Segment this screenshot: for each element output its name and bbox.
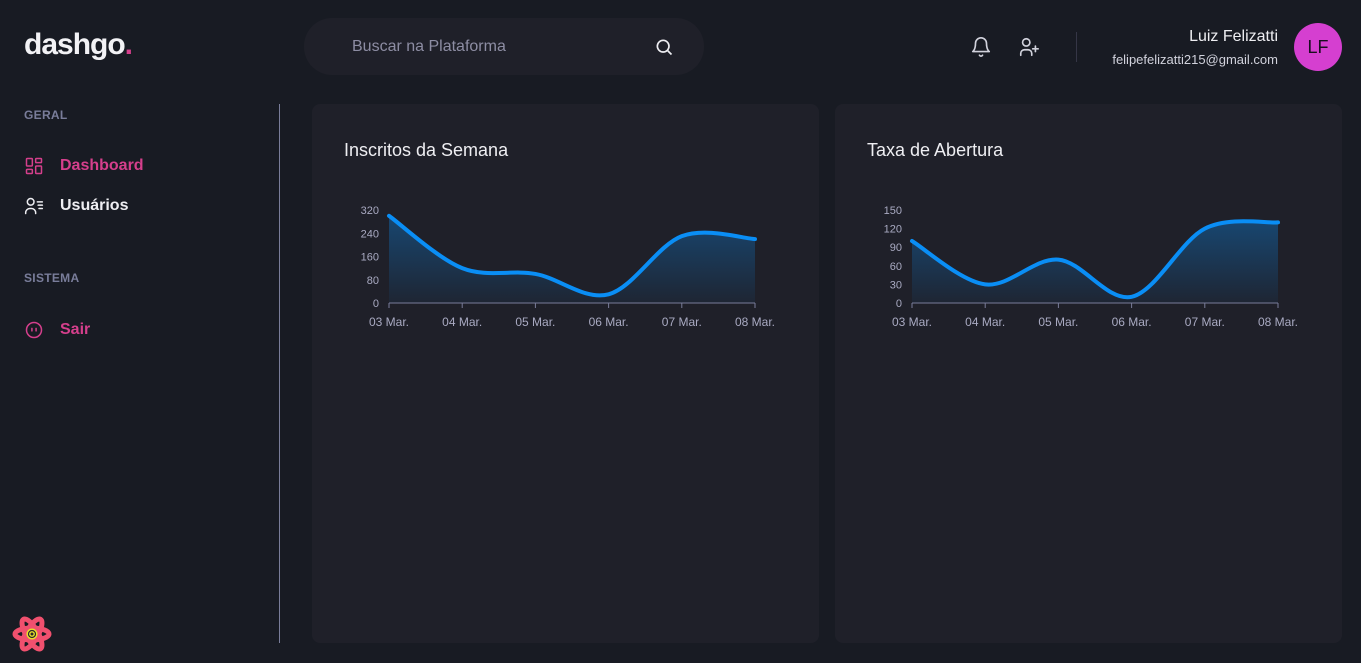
bell-icon[interactable] (970, 36, 994, 60)
x-tick-label: 03 Mar. (892, 315, 932, 329)
section-title-geral: GERAL (24, 108, 68, 122)
sidebar-item-usuarios[interactable]: Usuários (24, 196, 128, 216)
x-tick-label: 08 Mar. (735, 315, 775, 329)
avatar[interactable]: LF (1294, 23, 1342, 71)
y-tick-label: 150 (884, 205, 902, 217)
search-bar[interactable] (304, 18, 704, 75)
y-tick-label: 120 (884, 224, 902, 236)
chart-area (912, 221, 1278, 303)
x-tick-label: 07 Mar. (1185, 315, 1225, 329)
sidebar-item-label: Usuários (60, 197, 129, 214)
x-tick-label: 04 Mar. (442, 315, 482, 329)
add-user-icon[interactable] (1018, 36, 1042, 60)
x-tick-label: 05 Mar. (1038, 315, 1078, 329)
header-divider (1076, 32, 1077, 62)
x-tick-label: 06 Mar. (589, 315, 629, 329)
y-tick-label: 30 (890, 279, 902, 291)
logout-icon (24, 320, 44, 340)
chart-inscritos: 03 Mar. 04 Mar. 05 Mar. 06 Mar. 07 Mar. 08 Ma… (361, 205, 775, 329)
x-tick-label: 04 Mar. (965, 315, 1005, 329)
x-tick-label: 03 Mar. (369, 315, 409, 329)
y-tick-label: 80 (367, 275, 379, 287)
y-tick-label: 160 (361, 252, 379, 264)
card-title: Inscritos da Semana (344, 140, 509, 160)
x-tick-label: 07 Mar. (662, 315, 702, 329)
y-tick-label: 90 (890, 242, 902, 254)
profile-name: Luiz Felizatti (1189, 28, 1278, 45)
profile-email: felipefelizatti215@gmail.com (1112, 52, 1278, 67)
sidebar-item-dashboard[interactable]: Dashboard (24, 156, 144, 176)
section-title-sistema: SISTEMA (24, 271, 80, 285)
sidebar-item-sair[interactable]: Sair (24, 320, 90, 340)
x-tick-label: 06 Mar. (1112, 315, 1152, 329)
y-tick-label: 0 (373, 298, 379, 310)
chart-card-inscritos: Inscritos da Semana 03 Mar. 04 Mar. 05 Mar… (312, 104, 819, 643)
sidebar-item-label: Sair (60, 321, 91, 338)
sidebar-item-label: Dashboard (60, 157, 144, 174)
chart-abertura: 03 Mar. 04 Mar. 05 Mar. 06 Mar. 07 Mar. 08 Ma… (884, 205, 1298, 329)
y-tick-label: 320 (361, 205, 379, 217)
dashboard-icon (24, 156, 44, 176)
chart-card-abertura: Taxa de Abertura 03 Mar. 04 Mar. 05 Mar. 06… (835, 104, 1342, 643)
y-tick-label: 60 (890, 261, 902, 273)
profile-info: Luiz Felizatti felipefelizatti215@gmail.… (1112, 28, 1278, 67)
search-icon[interactable] (654, 37, 674, 57)
brand-logo: dashgo. (24, 28, 133, 62)
card-title: Taxa de Abertura (867, 140, 1004, 160)
sidebar-divider (279, 104, 280, 643)
brand-name: dashgo (24, 28, 126, 61)
x-tick-label: 08 Mar. (1258, 315, 1298, 329)
x-tick-label: 05 Mar. (515, 315, 555, 329)
users-icon (24, 196, 44, 216)
header-actions (970, 36, 1042, 60)
brand-dot: . (124, 28, 133, 61)
y-tick-label: 0 (896, 298, 902, 310)
search-input[interactable] (352, 37, 654, 56)
y-tick-label: 240 (361, 228, 379, 240)
react-logo-icon (12, 614, 52, 654)
